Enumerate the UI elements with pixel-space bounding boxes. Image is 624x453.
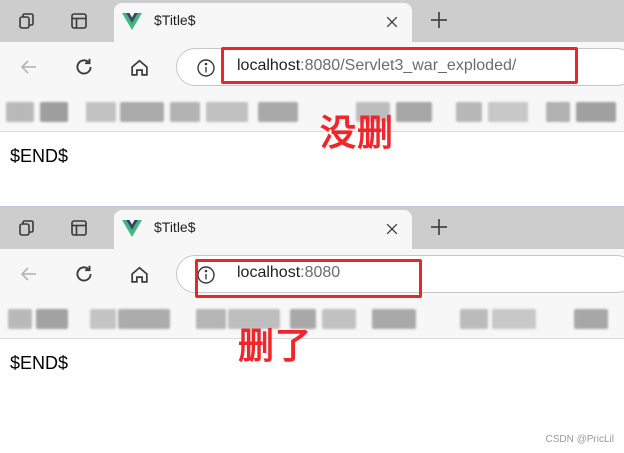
blurred-bookmark — [396, 102, 432, 122]
plus-icon[interactable] — [428, 9, 450, 31]
page-body-text: $END$ — [10, 353, 69, 373]
refresh-icon[interactable] — [71, 261, 97, 287]
plus-icon[interactable] — [428, 216, 450, 238]
blurred-bookmark — [8, 309, 32, 329]
tab-active[interactable]: $Title$ — [114, 3, 412, 42]
blurred-bookmark — [120, 102, 164, 122]
blurred-bookmark — [6, 102, 34, 122]
home-icon[interactable] — [126, 54, 152, 80]
blurred-bookmark — [460, 309, 488, 329]
blurred-bookmark — [40, 102, 68, 122]
tab-actions-icon[interactable] — [68, 10, 90, 32]
blurred-bookmark — [118, 309, 170, 329]
close-icon[interactable] — [382, 12, 402, 32]
workspaces-icon[interactable] — [16, 217, 38, 239]
tab-title: $Title$ — [154, 219, 196, 235]
page-body-text: $END$ — [10, 146, 69, 166]
blurred-bookmark — [546, 102, 570, 122]
back-arrow-icon[interactable] — [16, 261, 42, 287]
back-arrow-icon[interactable] — [16, 54, 42, 80]
workspaces-icon[interactable] — [16, 10, 38, 32]
highlight-box — [221, 47, 578, 84]
highlight-box — [195, 259, 422, 298]
blurred-bookmark — [206, 102, 248, 122]
blurred-bookmark — [170, 102, 200, 122]
page-content: $END$ — [0, 132, 624, 207]
browser-window-before: $Title$ localhost:8080/Servlet3_war_expl… — [0, 0, 624, 207]
vue-logo-icon — [122, 13, 142, 30]
home-icon[interactable] — [126, 261, 152, 287]
tab-strip: $Title$ — [0, 0, 624, 42]
blurred-bookmark — [488, 102, 528, 122]
close-icon[interactable] — [382, 219, 402, 239]
blurred-bookmark — [196, 309, 226, 329]
blurred-bookmark — [456, 102, 482, 122]
tab-strip: $Title$ — [0, 207, 624, 249]
vue-logo-icon — [122, 220, 142, 237]
tab-active[interactable]: $Title$ — [114, 210, 412, 249]
blurred-bookmark — [258, 102, 298, 122]
blurred-bookmark — [372, 309, 416, 329]
browser-window-after: $Title$ localhost:8080 $END$ 删了 CSDN @Pr… — [0, 207, 624, 453]
bookmarks-bar-blurred — [0, 92, 624, 132]
info-icon[interactable] — [196, 58, 216, 78]
annotation-label: 删了 — [238, 326, 313, 367]
blurred-bookmark — [90, 309, 116, 329]
blurred-bookmark — [36, 309, 68, 329]
watermark: CSDN @PricLil — [545, 434, 615, 445]
blurred-bookmark — [574, 309, 608, 329]
annotation-label: 没删 — [320, 113, 395, 154]
blurred-bookmark — [492, 309, 536, 329]
blurred-bookmark — [576, 102, 616, 122]
tab-title: $Title$ — [154, 12, 196, 28]
blurred-bookmark — [322, 309, 356, 329]
tab-actions-icon[interactable] — [68, 217, 90, 239]
refresh-icon[interactable] — [71, 54, 97, 80]
blurred-bookmark — [86, 102, 116, 122]
